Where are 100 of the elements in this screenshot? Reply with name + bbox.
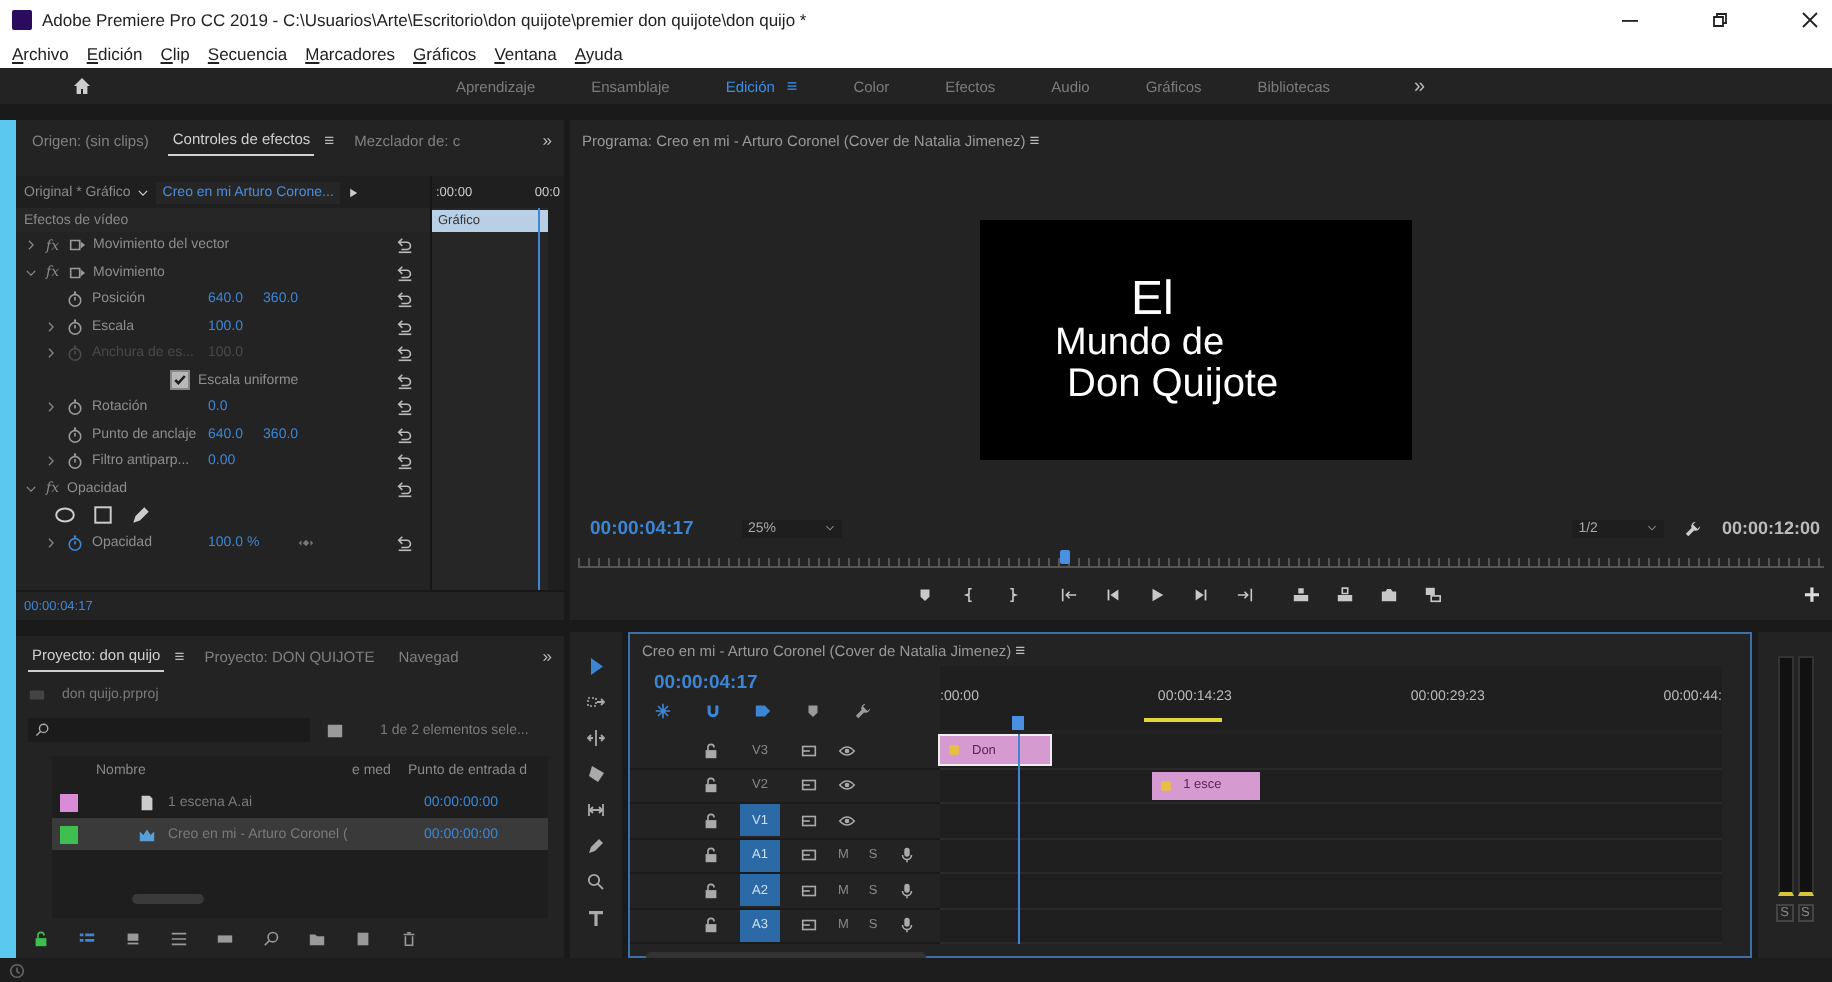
workspace-menu-icon[interactable]: ≡ xyxy=(786,76,798,96)
reset-icon[interactable] xyxy=(396,452,414,471)
stopwatch-icon[interactable] xyxy=(66,317,84,336)
mic-icon[interactable] xyxy=(897,846,916,865)
chevron-icon[interactable] xyxy=(136,185,151,199)
type-tool-icon[interactable] xyxy=(586,908,606,928)
sync-lock-icon[interactable] xyxy=(800,916,818,935)
panel-menu-icon[interactable]: ≡ xyxy=(1029,130,1040,150)
checkbox[interactable] xyxy=(170,370,190,391)
sync-lock-icon[interactable] xyxy=(800,881,818,900)
transform-icon[interactable] xyxy=(67,236,86,255)
stopwatch-icon[interactable] xyxy=(66,425,84,444)
home-icon[interactable] xyxy=(72,76,92,96)
camera-icon[interactable] xyxy=(1380,585,1399,603)
play-icon[interactable] xyxy=(1148,585,1167,603)
stopwatch-icon[interactable] xyxy=(66,398,84,417)
wrench-icon[interactable] xyxy=(854,702,872,720)
menu-item[interactable]: Gráficos xyxy=(413,44,477,64)
menu-item[interactable]: Clip xyxy=(160,44,190,64)
lock-icon[interactable] xyxy=(702,741,720,760)
slip-tool-icon[interactable] xyxy=(586,800,606,820)
go-to-out-icon[interactable] xyxy=(1236,585,1255,603)
list-view-icon[interactable] xyxy=(78,929,96,947)
button-editor-icon[interactable] xyxy=(1424,585,1443,603)
folder-icon[interactable] xyxy=(308,929,326,947)
marker-icon[interactable] xyxy=(804,702,822,720)
close-icon[interactable] xyxy=(1800,10,1820,30)
mic-icon[interactable] xyxy=(897,881,916,900)
reset-icon[interactable] xyxy=(396,236,414,255)
sync-lock-icon[interactable] xyxy=(800,776,818,795)
pen-icon[interactable] xyxy=(586,836,606,856)
reset-icon[interactable] xyxy=(396,317,414,336)
eye-icon[interactable] xyxy=(838,776,856,795)
razor-icon[interactable] xyxy=(586,764,606,784)
selection-tool-icon[interactable] xyxy=(586,656,606,676)
restore-icon[interactable] xyxy=(1710,10,1730,30)
icon-view-icon[interactable] xyxy=(124,929,142,947)
snap-icon[interactable] xyxy=(704,702,722,720)
reset-icon[interactable] xyxy=(396,371,414,390)
reset-icon[interactable] xyxy=(396,425,414,444)
playhead[interactable] xyxy=(1059,550,1070,564)
step-back-icon[interactable] xyxy=(1104,585,1123,603)
mark-out-icon[interactable] xyxy=(1004,585,1023,603)
reset-icon[interactable] xyxy=(396,479,414,498)
reset-icon[interactable] xyxy=(396,263,414,282)
reset-icon[interactable] xyxy=(396,533,414,552)
playhead[interactable] xyxy=(1012,716,1025,730)
go-to-in-icon[interactable] xyxy=(1060,585,1079,603)
expand-icon[interactable] xyxy=(44,400,58,415)
search-icon[interactable] xyxy=(262,929,280,947)
panel-menu-icon[interactable]: ≡ xyxy=(1015,640,1026,660)
zoom-icon[interactable] xyxy=(586,872,606,892)
expand-icon[interactable] xyxy=(44,319,58,334)
transform-icon[interactable] xyxy=(67,263,86,282)
overflow-icon[interactable]: » xyxy=(1414,75,1426,97)
pen-icon[interactable] xyxy=(130,504,152,527)
play-icon[interactable] xyxy=(345,185,360,199)
linked-selection-icon[interactable] xyxy=(754,702,772,720)
rectangle-mask-icon[interactable] xyxy=(92,504,114,527)
bin-icon[interactable] xyxy=(326,721,344,739)
menu-item[interactable]: Edición xyxy=(86,44,143,64)
reset-icon[interactable] xyxy=(396,290,414,309)
overwrite-icon[interactable] xyxy=(1336,585,1355,603)
stopwatch-icon[interactable] xyxy=(66,452,84,471)
nest-icon[interactable] xyxy=(654,702,672,720)
overflow-icon[interactable]: » xyxy=(542,646,552,666)
reset-icon[interactable] xyxy=(396,344,414,363)
wrench-icon[interactable] xyxy=(1683,519,1702,537)
search-field[interactable] xyxy=(28,718,310,742)
expand-icon[interactable] xyxy=(24,265,38,280)
lock-icon[interactable] xyxy=(702,916,720,935)
menu-item[interactable]: Marcadores xyxy=(305,44,396,64)
eye-icon[interactable] xyxy=(838,741,856,760)
lock-icon[interactable] xyxy=(702,811,720,830)
step-forward-icon[interactable] xyxy=(1192,585,1211,603)
insert-icon[interactable] xyxy=(1292,585,1311,603)
playhead-timecode[interactable]: 00:00:04:17 xyxy=(654,670,786,696)
eye-icon[interactable] xyxy=(838,811,856,830)
stopwatch-icon[interactable] xyxy=(66,290,84,309)
playhead-timecode[interactable]: 00:00:04:17 xyxy=(590,515,722,541)
add-button[interactable]: + xyxy=(1803,578,1820,610)
panel-menu-icon[interactable]: ≡ xyxy=(324,130,335,150)
reset-icon[interactable] xyxy=(396,398,414,417)
panel-menu-icon[interactable]: ≡ xyxy=(174,646,185,666)
lock-icon[interactable] xyxy=(702,846,720,865)
ripple-edit-icon[interactable] xyxy=(586,728,606,748)
sync-lock-icon[interactable] xyxy=(800,811,818,830)
stopwatch-icon[interactable] xyxy=(66,533,84,552)
sync-lock-icon[interactable] xyxy=(800,846,818,865)
menu-item[interactable]: Archivo xyxy=(12,44,69,64)
lock-icon[interactable] xyxy=(702,776,720,795)
expand-icon[interactable] xyxy=(44,535,58,550)
sync-lock-icon[interactable] xyxy=(800,741,818,760)
new-item-icon[interactable] xyxy=(354,929,372,947)
expand-icon[interactable] xyxy=(44,454,58,469)
track-select-icon[interactable] xyxy=(586,692,606,712)
lock-icon[interactable] xyxy=(702,881,720,900)
menu-item[interactable]: Ventana xyxy=(494,44,557,64)
expand-icon[interactable] xyxy=(24,481,38,496)
expand-icon[interactable] xyxy=(24,238,38,253)
